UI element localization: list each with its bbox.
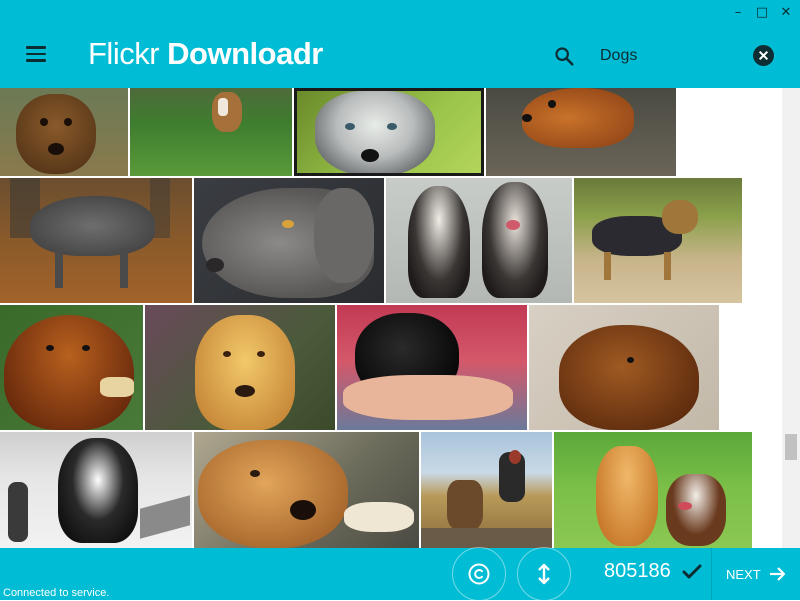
photo-tile[interactable]: [554, 432, 752, 548]
window-controls: – □ ✕: [726, 3, 798, 21]
photo-tile[interactable]: [294, 88, 484, 176]
vertical-scrollbar[interactable]: [782, 88, 800, 548]
photo-tile[interactable]: [529, 305, 719, 430]
maximize-button[interactable]: □: [750, 3, 774, 21]
close-window-button[interactable]: ✕: [774, 3, 798, 21]
photo-tile[interactable]: [421, 432, 552, 548]
hamburger-icon[interactable]: [26, 46, 46, 62]
scrollbar-thumb[interactable]: [785, 434, 797, 460]
photo-tile[interactable]: [194, 178, 384, 303]
size-filter-button[interactable]: [516, 547, 572, 601]
photo-tile[interactable]: [0, 305, 143, 430]
app-title-light: Flickr: [88, 36, 160, 71]
license-filter-button[interactable]: [451, 547, 507, 601]
minimize-button[interactable]: –: [726, 3, 750, 21]
photo-tile[interactable]: [130, 88, 292, 176]
app-title: Flickr Downloadr: [88, 34, 323, 74]
close-circle-icon[interactable]: [753, 45, 774, 66]
photo-tile[interactable]: [145, 305, 335, 430]
photo-grid: [0, 88, 782, 548]
status-text: Connected to service.: [3, 587, 110, 599]
photo-tile[interactable]: [0, 88, 128, 176]
bottom-bar: [0, 548, 800, 600]
search-icon[interactable]: [553, 45, 575, 67]
next-button[interactable]: NEXT: [712, 548, 800, 600]
photo-tile[interactable]: [337, 305, 527, 430]
photo-tile[interactable]: [386, 178, 572, 303]
photo-tile[interactable]: [0, 432, 192, 548]
app-header: – □ ✕ Flickr Downloadr: [0, 0, 800, 88]
photo-tile[interactable]: [574, 178, 742, 303]
app-title-bold: Downloadr: [167, 36, 323, 71]
search-input[interactable]: [592, 43, 748, 69]
photo-tile[interactable]: [0, 178, 192, 303]
copyright-icon: [468, 563, 490, 585]
photo-tile[interactable]: [194, 432, 419, 548]
arrow-right-icon: [769, 567, 785, 581]
photo-tile[interactable]: [486, 88, 676, 176]
selected-count: 805186: [604, 560, 671, 582]
check-icon: [682, 564, 702, 579]
vertical-resize-icon: [538, 563, 550, 585]
next-button-label: NEXT: [726, 566, 761, 582]
